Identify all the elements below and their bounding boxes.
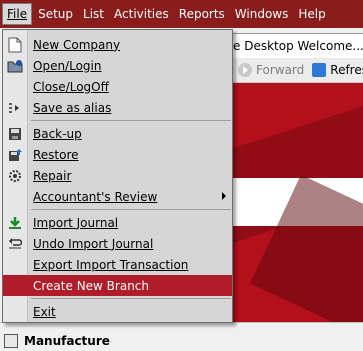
forward-label: Forward (256, 63, 305, 77)
manufacture-label: Manufacture (24, 334, 110, 348)
open-folder-icon (3, 55, 27, 76)
file-menu-dropdown: New Company Open/Login Close/LogOff Save… (2, 29, 233, 323)
menu-bar: File Setup List Activities Reports Windo… (0, 0, 363, 28)
menu-item-exit[interactable]: Exit (3, 301, 232, 322)
tab-title: e Desktop Welcome... (233, 39, 363, 53)
welcome-banner (228, 83, 363, 323)
menu-item-repair[interactable]: Repair (3, 165, 232, 186)
menu-item-restore[interactable]: Restore (3, 144, 232, 165)
menu-list[interactable]: List (79, 4, 108, 24)
menu-windows[interactable]: Windows (231, 4, 293, 24)
menu-file[interactable]: File (2, 3, 33, 25)
menu-reports[interactable]: Reports (175, 4, 229, 24)
menu-item-backup[interactable]: Back-up (3, 123, 232, 144)
menu-item-new-company[interactable]: New Company (3, 34, 232, 55)
menu-item-undo-import-journal[interactable]: Undo Import Journal (3, 233, 232, 254)
menu-separator (31, 120, 231, 121)
menu-help[interactable]: Help (294, 4, 329, 24)
menu-separator (31, 209, 231, 210)
import-arrow-icon (3, 212, 27, 233)
menu-item-open-login[interactable]: Open/Login (3, 55, 232, 76)
refresh-button[interactable]: Refresh (312, 63, 363, 77)
refresh-label: Refresh (330, 63, 363, 77)
menu-item-create-new-branch[interactable]: Create New Branch (3, 275, 232, 296)
menu-setup[interactable]: Setup (34, 4, 77, 24)
undo-import-icon (3, 233, 27, 254)
menu-item-accountants-review[interactable]: Accountant's Review (3, 186, 232, 207)
menu-activities[interactable]: Activities (110, 4, 173, 24)
menu-item-save-as-alias[interactable]: Save as alias (3, 97, 232, 118)
submenu-arrow-icon (222, 192, 226, 200)
forward-button[interactable]: Forward (238, 63, 304, 77)
restore-disk-icon (3, 144, 27, 165)
manufacture-panel-header[interactable]: Manufacture (4, 334, 110, 348)
menu-item-import-journal[interactable]: Import Journal (3, 212, 232, 233)
save-alias-icon (3, 97, 27, 118)
tab-desktop-welcome[interactable]: e Desktop Welcome... (228, 33, 363, 58)
new-document-icon (3, 34, 27, 55)
menu-item-export-import-transaction[interactable]: Export Import Transaction (3, 254, 232, 275)
menu-item-close-logoff[interactable]: Close/LogOff (3, 76, 232, 97)
browser-toolbar: Forward Refresh (228, 58, 363, 83)
menu-separator (31, 298, 231, 299)
forward-arrow-icon (238, 63, 252, 77)
backup-disk-icon (3, 123, 27, 144)
panel-icon (4, 334, 18, 348)
repair-gear-icon (3, 165, 27, 186)
refresh-icon (312, 63, 327, 77)
